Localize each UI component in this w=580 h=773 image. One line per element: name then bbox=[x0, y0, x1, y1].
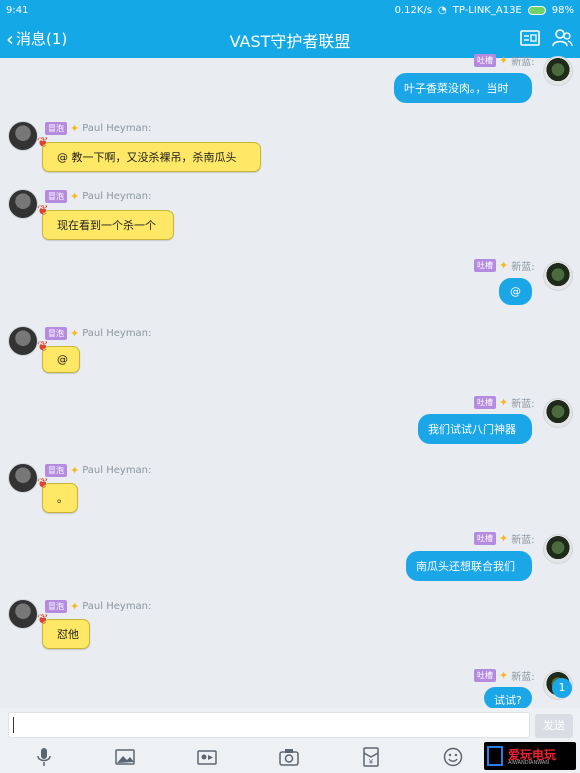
bubble-decoration-icon: ❦ bbox=[37, 612, 49, 628]
svg-text:¥: ¥ bbox=[369, 758, 374, 766]
sender-name: Paul Heyman: bbox=[82, 191, 152, 202]
sender-name: Paul Heyman: bbox=[82, 123, 152, 134]
avatar[interactable] bbox=[543, 56, 573, 86]
star-icon: ✦ bbox=[70, 464, 80, 477]
avatar[interactable] bbox=[8, 599, 38, 629]
avatar[interactable] bbox=[543, 261, 573, 291]
message-meta: 吐槽 ✦ 新蓝: bbox=[474, 53, 535, 68]
star-icon: ✦ bbox=[499, 532, 509, 545]
avatar[interactable] bbox=[543, 534, 573, 564]
star-icon: ✦ bbox=[70, 600, 80, 613]
bubble-decoration-icon: ❦ bbox=[37, 135, 49, 151]
message-meta: 吐槽 ✦ 新蓝: bbox=[474, 258, 535, 273]
profile-card-icon[interactable] bbox=[519, 28, 541, 48]
member-tag: 吐槽 bbox=[474, 669, 496, 682]
video-icon[interactable] bbox=[196, 746, 218, 768]
message-bubble[interactable]: ❦ @ 教一下啊，又没杀裸吊，杀南瓜头 bbox=[37, 135, 261, 172]
message-bubble[interactable]: 南瓜头还想联合我们 bbox=[406, 551, 532, 581]
member-tag: 冒泡 bbox=[45, 122, 67, 135]
input-bar: 发送 bbox=[0, 708, 580, 740]
member-tag: 吐槽 bbox=[474, 54, 496, 67]
message-bubble[interactable]: ❦ 。 bbox=[37, 476, 78, 513]
message-input[interactable] bbox=[8, 712, 530, 738]
member-tag: 吐槽 bbox=[474, 259, 496, 272]
sender-name: Paul Heyman: bbox=[82, 465, 152, 476]
message-meta: 冒泡 ✦ Paul Heyman: bbox=[45, 600, 151, 613]
group-members-icon[interactable] bbox=[551, 28, 573, 48]
member-tag: 冒泡 bbox=[45, 190, 67, 203]
sender-name: 新蓝: bbox=[511, 399, 535, 410]
microphone-icon[interactable] bbox=[33, 746, 55, 768]
star-icon: ✦ bbox=[499, 54, 509, 67]
message-meta: 冒泡 ✦ Paul Heyman: bbox=[45, 190, 151, 203]
sender-name: 新蓝: bbox=[511, 262, 535, 273]
camera-icon[interactable] bbox=[278, 746, 300, 768]
message-bubble[interactable]: 我们试试八门神器 bbox=[418, 414, 532, 444]
message-meta: 吐槽 ✦ 新蓝: bbox=[474, 668, 535, 683]
bubble-decoration-icon: ❦ bbox=[37, 476, 49, 492]
status-time: 9:41 bbox=[6, 4, 29, 16]
message-bubble[interactable]: ❦ @ bbox=[37, 339, 80, 373]
image-icon[interactable] bbox=[114, 746, 136, 768]
emoji-icon[interactable] bbox=[442, 746, 464, 768]
member-tag: 吐槽 bbox=[474, 532, 496, 545]
star-icon: ✦ bbox=[70, 327, 80, 340]
watermark-subtext: AIWANDIANWAN bbox=[508, 760, 550, 766]
avatar[interactable] bbox=[8, 189, 38, 219]
avatar[interactable] bbox=[543, 398, 573, 428]
message-bubble[interactable]: @ bbox=[499, 278, 532, 305]
network-speed: 0.12K/s bbox=[394, 4, 433, 16]
message-meta: 吐槽 ✦ 新蓝: bbox=[474, 395, 535, 410]
sender-name: Paul Heyman: bbox=[82, 601, 152, 612]
message-text: 。 bbox=[57, 492, 68, 505]
bubble-decoration-icon: ❦ bbox=[37, 203, 49, 219]
text-cursor bbox=[13, 717, 14, 733]
star-icon: ✦ bbox=[499, 396, 509, 409]
wifi-name: TP-LINK_A13E bbox=[452, 4, 522, 16]
wifi-icon: ◔ bbox=[438, 4, 447, 16]
star-icon: ✦ bbox=[499, 669, 509, 682]
sender-name: 新蓝: bbox=[511, 672, 535, 683]
star-icon: ✦ bbox=[70, 190, 80, 203]
member-tag: 吐槽 bbox=[474, 396, 496, 409]
battery-icon bbox=[527, 5, 546, 15]
message-meta: 冒泡 ✦ Paul Heyman: bbox=[45, 327, 151, 340]
status-indicators: 0.12K/s ◔ TP-LINK_A13E 98% bbox=[395, 5, 574, 16]
message-text: 怼他 bbox=[57, 628, 79, 641]
avatar[interactable] bbox=[8, 121, 38, 151]
sender-name: 新蓝: bbox=[511, 57, 535, 68]
message-meta: 冒泡 ✦ Paul Heyman: bbox=[45, 122, 151, 135]
message-bubble[interactable]: ❦ 怼他 bbox=[37, 612, 90, 649]
avatar[interactable] bbox=[8, 463, 38, 493]
message-bubble[interactable]: ❦ 现在看到一个杀一个 bbox=[37, 203, 174, 240]
chat-title: VAST守护者联盟 bbox=[229, 32, 351, 51]
sender-name: Paul Heyman: bbox=[82, 328, 152, 339]
message-text: @ bbox=[57, 353, 68, 366]
red-packet-icon[interactable]: ¥ bbox=[360, 746, 382, 768]
message-text: 现在看到一个杀一个 bbox=[57, 219, 156, 232]
send-button[interactable]: 发送 bbox=[535, 714, 573, 738]
site-watermark: 爱玩电玩 AIWANDIANWAN bbox=[484, 742, 576, 770]
star-icon: ✦ bbox=[70, 122, 80, 135]
star-icon: ✦ bbox=[499, 259, 509, 272]
unread-badge[interactable]: 1 bbox=[552, 678, 572, 698]
message-bubble[interactable]: 试试? bbox=[484, 687, 532, 709]
message-bubble[interactable]: 叶子香菜没肉。，当时 bbox=[394, 73, 532, 103]
message-meta: 吐槽 ✦ 新蓝: bbox=[474, 531, 535, 546]
avatar[interactable] bbox=[8, 326, 38, 356]
message-text: @ 教一下啊，又没杀裸吊，杀南瓜头 bbox=[57, 151, 237, 164]
sender-name: 新蓝: bbox=[511, 535, 535, 546]
battery-level: 98% bbox=[551, 4, 574, 16]
message-meta: 冒泡 ✦ Paul Heyman: bbox=[45, 464, 151, 477]
status-bar: 9:41 0.12K/s ◔ TP-LINK_A13E 98% bbox=[0, 0, 580, 20]
bubble-decoration-icon: ❦ bbox=[37, 339, 49, 355]
watermark-logo-icon bbox=[487, 746, 503, 766]
